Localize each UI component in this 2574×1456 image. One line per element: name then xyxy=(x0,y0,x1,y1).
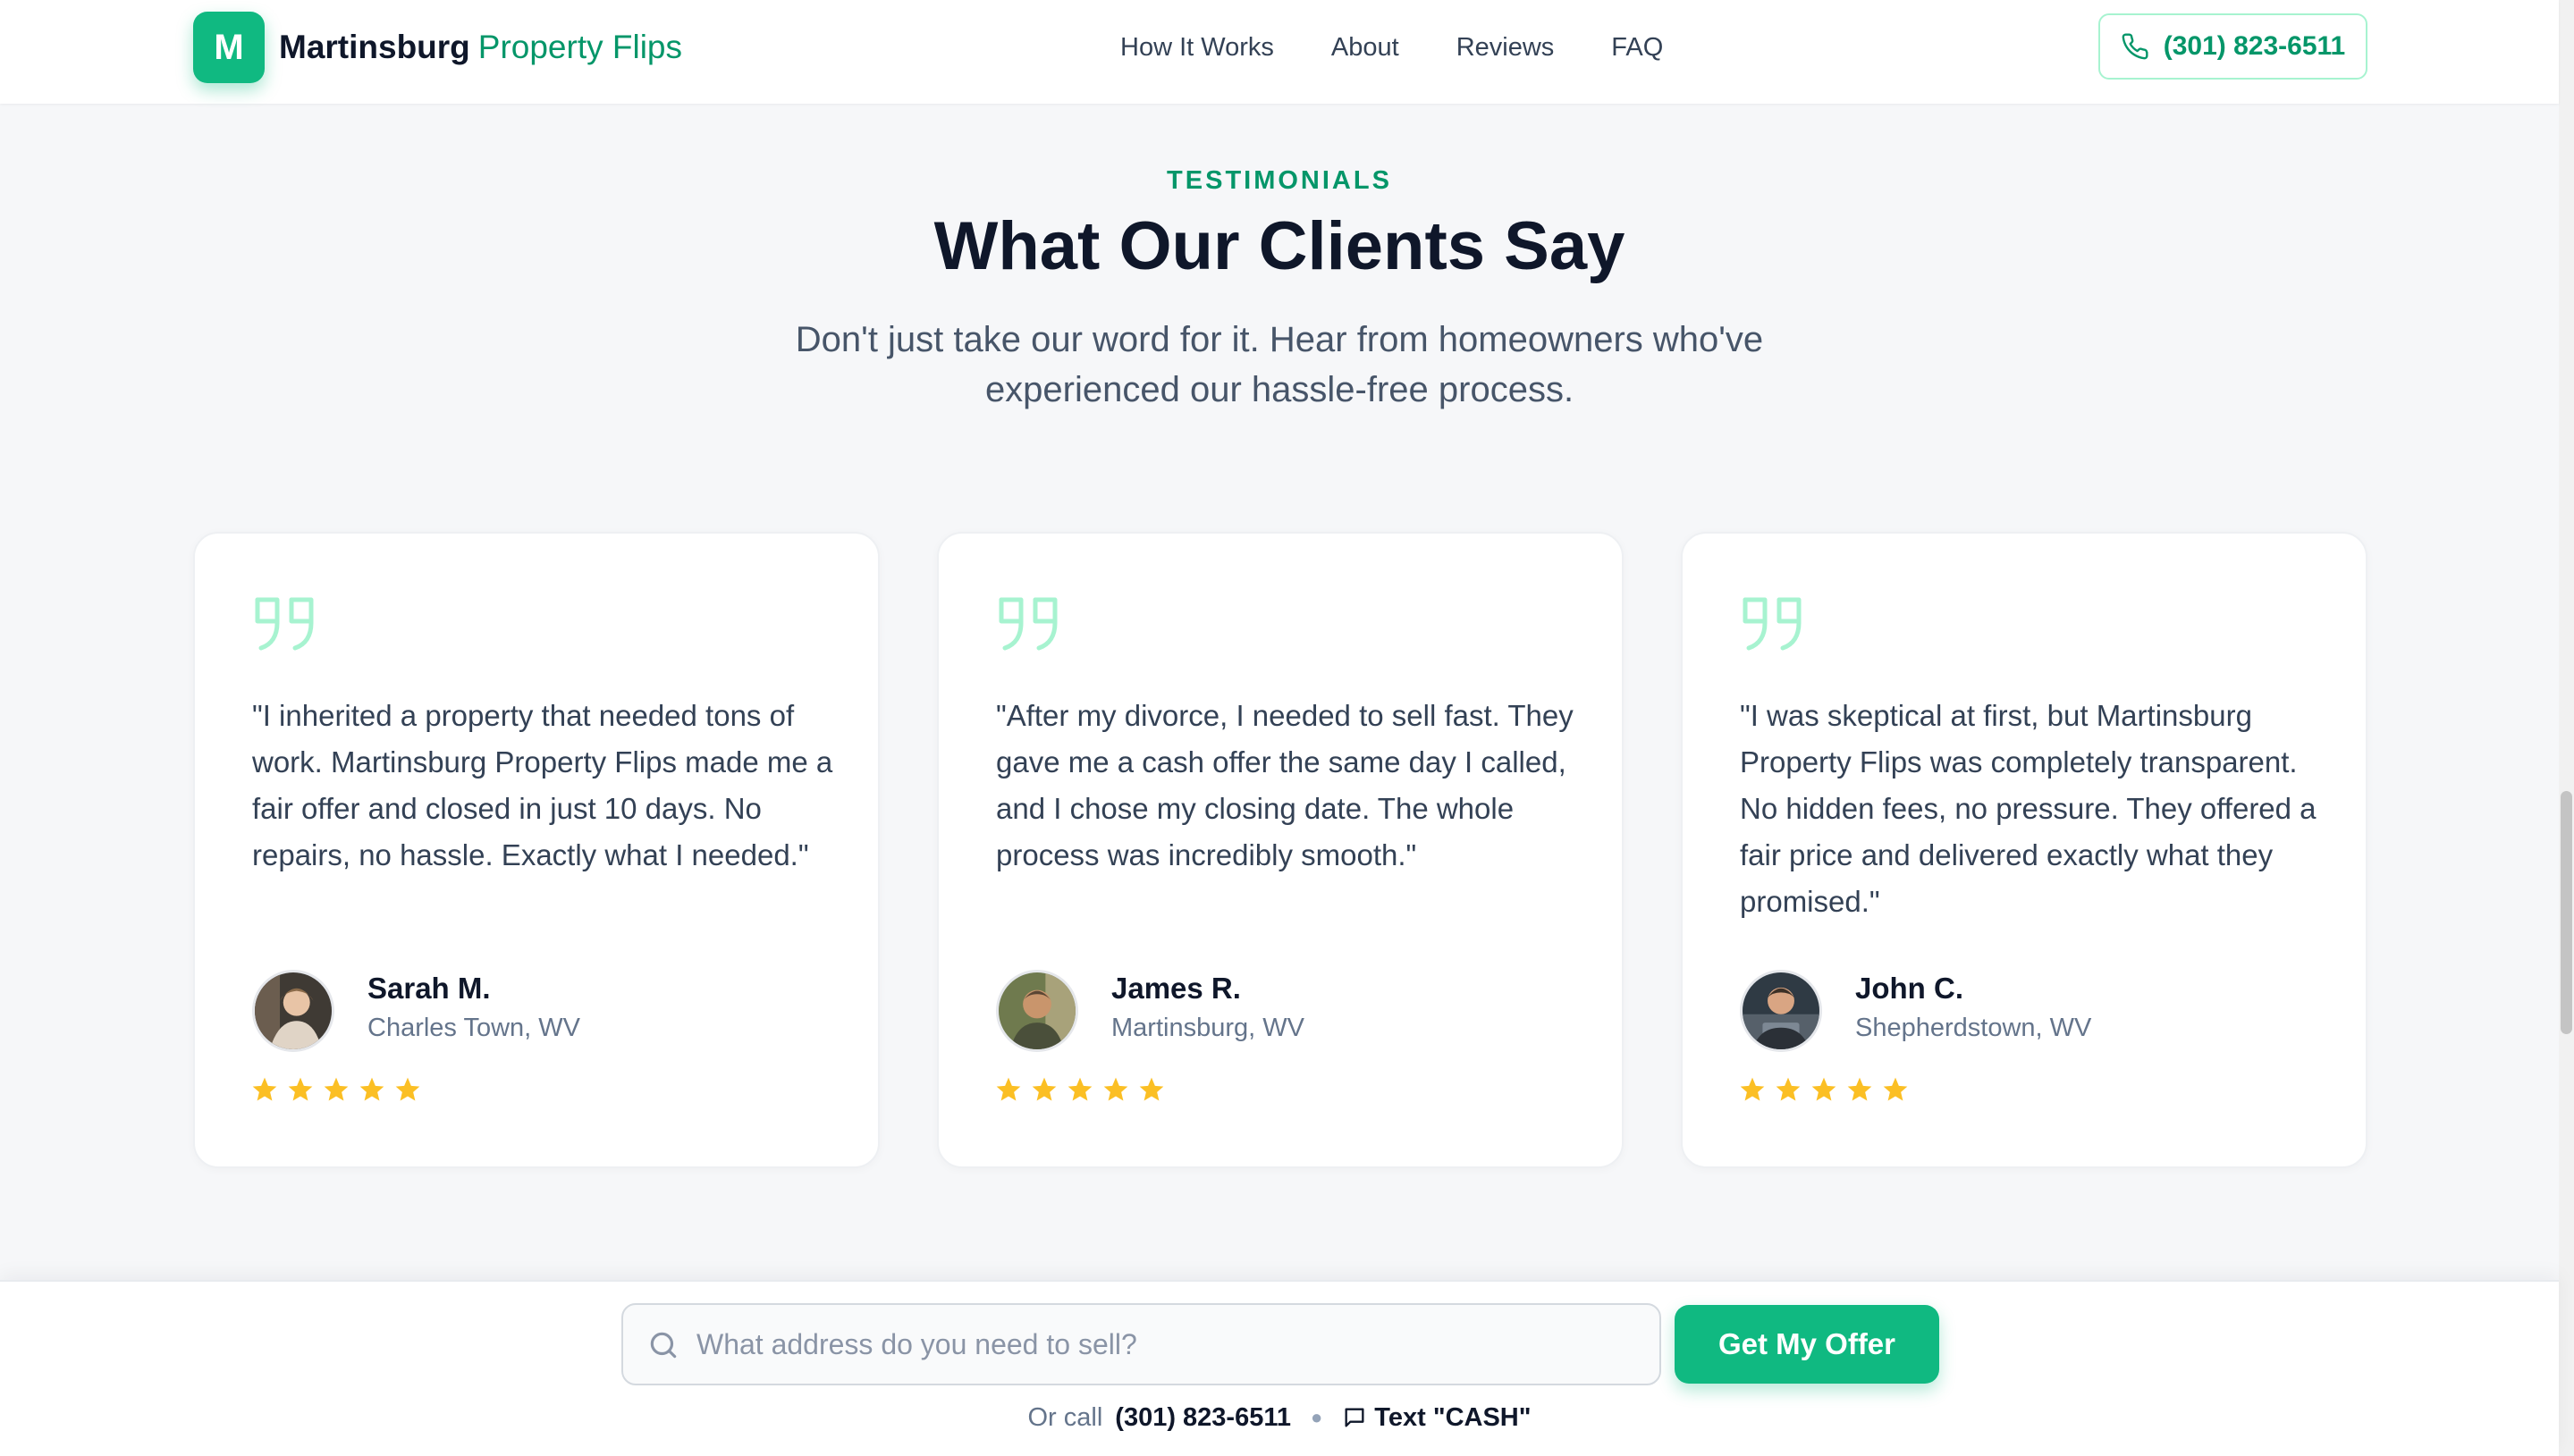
testimonial-card: "I was skeptical at first, but Martinsbu… xyxy=(1681,532,2367,1168)
client-location: Shepherdstown, WV xyxy=(1855,1014,2092,1042)
client-name: James R. xyxy=(1111,972,1241,1005)
brand-secondary: Property Flips xyxy=(477,29,683,65)
star-icon xyxy=(252,1077,277,1101)
scrollbar-track[interactable] xyxy=(2559,0,2574,1456)
nav-faq[interactable]: FAQ xyxy=(1611,33,1663,63)
star-icon xyxy=(359,1077,384,1101)
text-cash-label: Text "CASH" xyxy=(1374,1402,1532,1432)
star-icon xyxy=(1776,1077,1801,1101)
nav-about[interactable]: About xyxy=(1331,33,1399,63)
nav-how-it-works[interactable]: How It Works xyxy=(1120,33,1274,63)
quote-icon xyxy=(999,597,1058,651)
text-cash-link[interactable]: Text "CASH" xyxy=(1342,1402,1532,1433)
section-title: What Our Clients Say xyxy=(933,208,1625,284)
client-name: Sarah M. xyxy=(367,972,491,1005)
star-icon xyxy=(324,1077,349,1101)
header-phone-number: (301) 823-6511 xyxy=(2163,31,2346,61)
header-phone-button[interactable]: (301) 823-6511 xyxy=(2098,13,2367,80)
avatar xyxy=(252,970,334,1052)
star-icon xyxy=(1032,1077,1057,1101)
avatar xyxy=(1740,970,1822,1052)
or-call-label: Or call xyxy=(1027,1402,1103,1432)
search-icon xyxy=(650,1332,677,1359)
brand-primary: Martinsburg xyxy=(279,29,470,65)
star-rating xyxy=(994,1075,1166,1104)
scrollbar-thumb[interactable] xyxy=(2561,791,2572,1034)
brand-name[interactable]: Martinsburg Property Flips xyxy=(279,25,682,70)
address-search-input[interactable] xyxy=(696,1316,1644,1373)
site-header: M Martinsburg Property Flips How It Work… xyxy=(0,0,2559,104)
star-icon xyxy=(996,1077,1021,1101)
testimonial-quote: "I inherited a property that needed tons… xyxy=(252,699,833,871)
star-rating xyxy=(1738,1075,1910,1104)
testimonial-quote: "I was skeptical at first, but Martinsbu… xyxy=(1740,699,2317,918)
client-location: Charles Town, WV xyxy=(367,1014,580,1042)
star-icon xyxy=(1811,1077,1836,1101)
testimonial-card: "I inherited a property that needed tons… xyxy=(193,532,880,1168)
star-icon xyxy=(1139,1077,1164,1101)
logo-mark[interactable]: M xyxy=(193,12,265,83)
phone-icon xyxy=(2122,33,2148,60)
quote-icon xyxy=(1743,597,1802,651)
star-icon xyxy=(1068,1077,1093,1101)
testimonial-card: "After my divorce, I needed to sell fast… xyxy=(937,532,1624,1168)
star-icon xyxy=(1740,1077,1765,1101)
client-location: Martinsburg, WV xyxy=(1111,1014,1304,1042)
star-icon xyxy=(288,1077,313,1101)
quote-icon xyxy=(255,597,314,651)
section-subtitle: Don't just take our word for it. Hear fr… xyxy=(795,320,1764,409)
nav-reviews[interactable]: Reviews xyxy=(1456,33,1555,63)
avatar xyxy=(996,970,1078,1052)
star-icon xyxy=(1847,1077,1872,1101)
star-icon xyxy=(1103,1077,1128,1101)
star-rating xyxy=(250,1075,422,1104)
main-nav: How It Works About Reviews FAQ xyxy=(1120,25,1663,70)
testimonial-quote: "After my divorce, I needed to sell fast… xyxy=(996,699,1574,871)
call-phone-link[interactable]: (301) 823-6511 xyxy=(1115,1403,1291,1433)
star-icon xyxy=(1883,1077,1908,1101)
contact-line: Or call (301) 823-6511 ● Text "CASH" xyxy=(0,1398,2559,1437)
sticky-offer-bar: Get My Offer Or call (301) 823-6511 ● Te… xyxy=(0,1280,2559,1456)
client-name: John C. xyxy=(1855,972,1963,1005)
star-icon xyxy=(395,1077,420,1101)
address-search-box[interactable] xyxy=(621,1303,1661,1385)
separator-dot: ● xyxy=(1311,1406,1323,1428)
get-my-offer-button[interactable]: Get My Offer xyxy=(1675,1305,1939,1384)
section-eyebrow: TESTIMONIALS xyxy=(1167,166,1392,195)
message-icon xyxy=(1345,1408,1364,1427)
